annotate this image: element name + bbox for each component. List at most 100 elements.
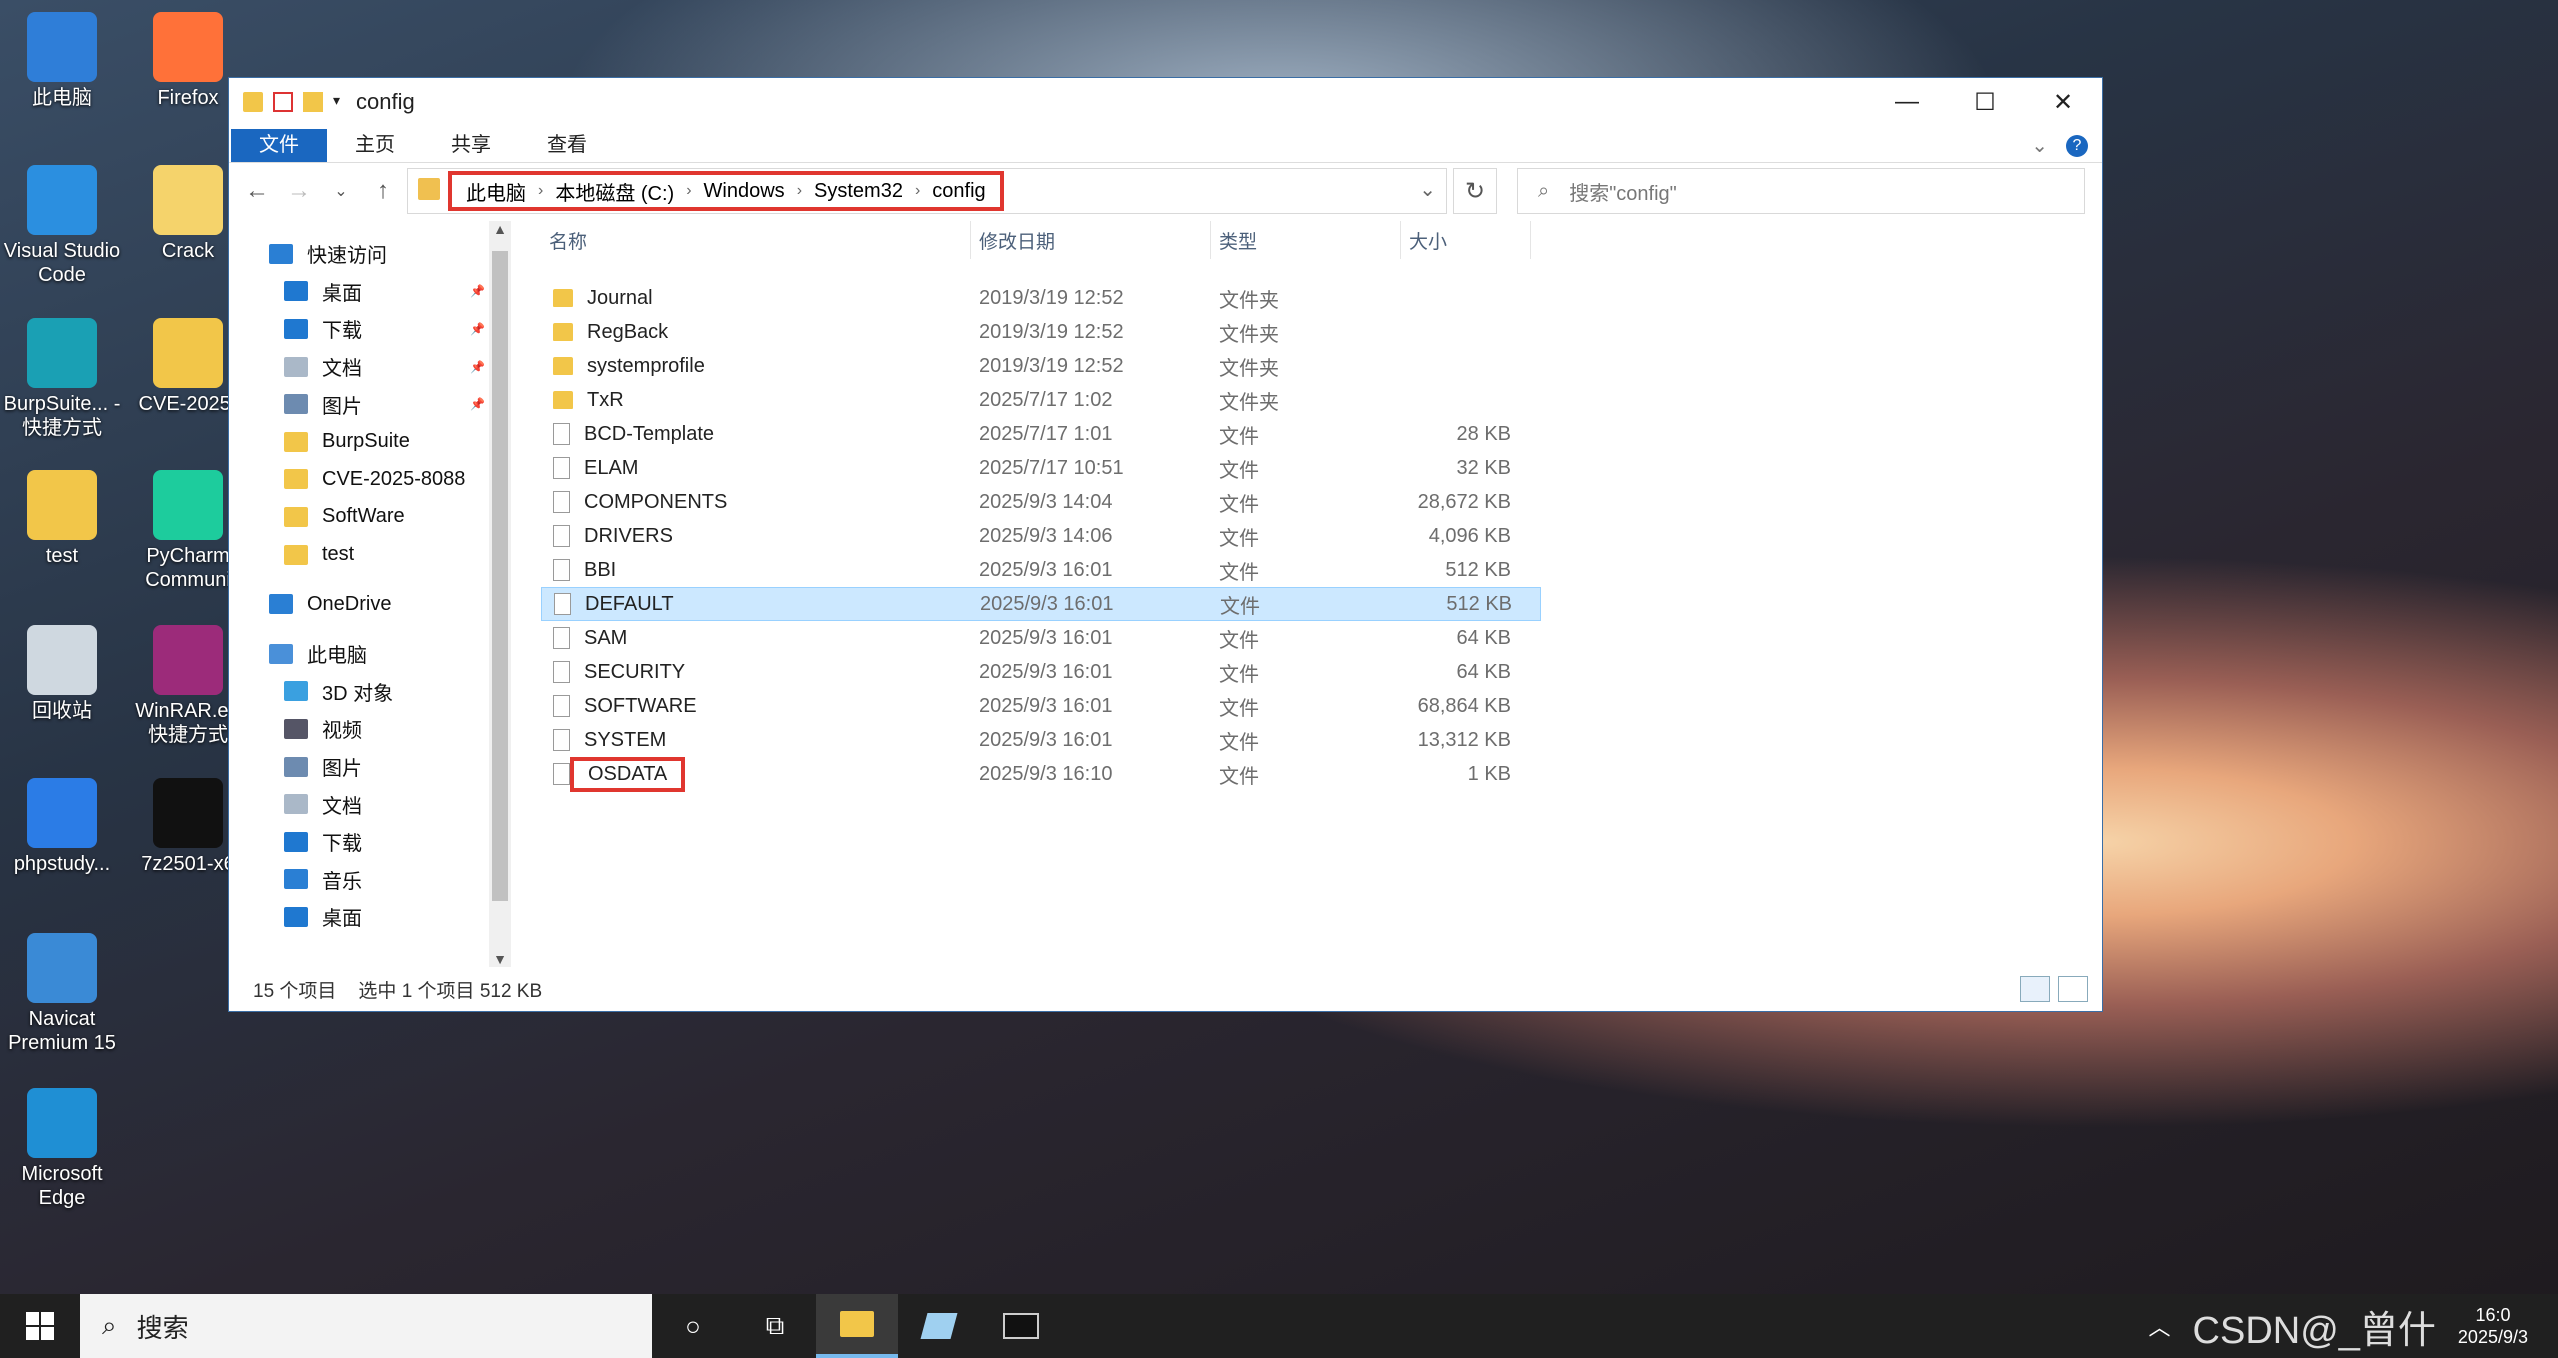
file-type: 文件: [1219, 425, 1259, 448]
desktop-icon[interactable]: Visual Studio Code: [2, 165, 122, 287]
nav-pc-item[interactable]: 3D 对象: [229, 673, 489, 711]
scroll-thumb[interactable]: [492, 251, 508, 901]
chevron-right-icon[interactable]: ›: [915, 182, 920, 200]
nav-icon: [284, 469, 308, 490]
file-row[interactable]: systemprofile 2019/3/19 12:52 文件夹: [541, 349, 1541, 383]
desktop-icon-label: test: [45, 545, 79, 567]
file-size: 32 KB: [1456, 456, 1511, 479]
file-row[interactable]: SYSTEM 2025/9/3 16:01 文件 13,312 KB: [541, 723, 1541, 757]
file-row[interactable]: BBI 2025/9/3 16:01 文件 512 KB: [541, 553, 1541, 587]
address-bar[interactable]: 此电脑 › 本地磁盘 (C:) › Windows › System32 › config ⌄: [407, 168, 1447, 214]
file-row[interactable]: SECURITY 2025/9/3 16:01 文件 64 KB: [541, 655, 1541, 689]
file-row[interactable]: RegBack 2019/3/19 12:52 文件夹: [541, 315, 1541, 349]
file-size: 4,096 KB: [1428, 524, 1511, 547]
nav-pinned-item[interactable]: 下载 📌: [229, 310, 489, 348]
breadcrumb-item[interactable]: 本地磁盘 (C:): [555, 177, 674, 206]
desktop-icon[interactable]: 回收站: [2, 625, 122, 723]
recent-locations-button[interactable]: ⌄: [323, 181, 359, 201]
close-button[interactable]: ✕: [2024, 78, 2102, 126]
nav-onedrive[interactable]: OneDrive: [229, 585, 489, 623]
nav-pinned-item[interactable]: 桌面 📌: [229, 273, 489, 311]
file-row[interactable]: Journal 2019/3/19 12:52 文件夹: [541, 281, 1541, 315]
chevron-right-icon[interactable]: ›: [797, 182, 802, 200]
file-row[interactable]: SOFTWARE 2025/9/3 16:01 文件 68,864 KB: [541, 689, 1541, 723]
properties-icon[interactable]: [273, 92, 293, 112]
large-icons-view-icon[interactable]: [2058, 976, 2088, 1002]
file-size: 1 KB: [1467, 762, 1511, 785]
tab-file[interactable]: 文件: [231, 129, 327, 162]
desktop-icon[interactable]: test: [2, 470, 122, 568]
breadcrumb-item[interactable]: Windows: [704, 180, 785, 203]
nav-pc-item[interactable]: 音乐: [229, 861, 489, 899]
nav-pc-item[interactable]: 文档: [229, 785, 489, 823]
breadcrumb-item[interactable]: System32: [814, 180, 903, 203]
taskbar-search[interactable]: ⌕ 搜索: [80, 1294, 652, 1358]
file-type: 文件: [1219, 765, 1259, 788]
nav-pc-item[interactable]: 视频: [229, 710, 489, 748]
forward-button[interactable]: →: [281, 177, 317, 205]
back-button[interactable]: ←: [239, 177, 275, 205]
file-row[interactable]: COMPONENTS 2025/9/3 14:04 文件 28,672 KB: [541, 485, 1541, 519]
file-row[interactable]: SAM 2025/9/3 16:01 文件 64 KB: [541, 621, 1541, 655]
customize-toolbar-icon[interactable]: ▾: [333, 92, 340, 112]
up-button[interactable]: ↑: [365, 177, 401, 205]
taskbar-app-terminal[interactable]: [980, 1294, 1062, 1358]
scroll-up-icon[interactable]: ▲: [489, 221, 511, 237]
nav-pc-item[interactable]: 图片: [229, 748, 489, 786]
nav-pc-item[interactable]: 下载: [229, 823, 489, 861]
file-row[interactable]: DRIVERS 2025/9/3 14:06 文件 4,096 KB: [541, 519, 1541, 553]
breadcrumb-item[interactable]: config: [932, 180, 985, 203]
nav-folder-item[interactable]: CVE-2025-8088: [229, 461, 489, 499]
help-icon[interactable]: ?: [2066, 134, 2088, 157]
search-box[interactable]: ⌕ 搜索"config": [1517, 168, 2085, 214]
nav-pinned-item[interactable]: 文档 📌: [229, 348, 489, 386]
minimize-button[interactable]: —: [1868, 78, 1946, 126]
nav-folder-item[interactable]: test: [229, 536, 489, 574]
column-header-name[interactable]: 名称: [541, 221, 971, 259]
file-row[interactable]: DEFAULT 2025/9/3 16:01 文件 512 KB: [541, 587, 1541, 621]
start-button[interactable]: [0, 1294, 80, 1358]
nav-this-pc[interactable]: 此电脑: [229, 635, 489, 673]
nav-scrollbar[interactable]: ▲ ▼: [489, 221, 511, 967]
new-folder-icon[interactable]: [303, 92, 323, 112]
nav-folder-item[interactable]: BurpSuite: [229, 423, 489, 461]
nav-pinned-item[interactable]: 图片 📌: [229, 385, 489, 423]
breadcrumb-item[interactable]: 此电脑: [466, 177, 526, 206]
file-type: 文件: [1220, 595, 1260, 618]
nav-pc-item[interactable]: 桌面: [229, 898, 489, 936]
window-title: config: [356, 89, 415, 114]
expand-ribbon-icon[interactable]: ⌄: [2031, 133, 2048, 158]
desktop-icon[interactable]: Microsoft Edge: [2, 1088, 122, 1210]
scroll-down-icon[interactable]: ▼: [489, 951, 511, 967]
desktop-icon[interactable]: Navicat Premium 15: [2, 933, 122, 1055]
taskbar-file-explorer[interactable]: [816, 1294, 898, 1358]
tab-home[interactable]: 主页: [327, 129, 423, 162]
taskbar-app-notepad[interactable]: [898, 1294, 980, 1358]
desktop-icon[interactable]: BurpSuite... - 快捷方式: [2, 318, 122, 440]
file-row[interactable]: OSDATA 2025/9/3 16:10 文件 1 KB: [541, 756, 1541, 792]
chevron-right-icon[interactable]: ›: [686, 182, 691, 200]
tab-share[interactable]: 共享: [423, 129, 519, 162]
details-view-icon[interactable]: [2020, 976, 2050, 1002]
address-dropdown-icon[interactable]: ⌄: [1419, 177, 1436, 202]
column-header-date[interactable]: 修改日期: [971, 221, 1211, 259]
file-name: systemprofile: [587, 354, 705, 377]
file-date: 2025/9/3 16:01: [980, 592, 1114, 615]
maximize-button[interactable]: ☐: [1946, 78, 2024, 126]
chevron-right-icon[interactable]: ›: [538, 182, 543, 200]
show-hidden-icons-icon[interactable]: ︿: [2149, 1310, 2171, 1342]
task-view-button[interactable]: ⧉: [734, 1294, 816, 1358]
clock[interactable]: 16:0 2025/9/3: [2458, 1304, 2528, 1348]
file-row[interactable]: TxR 2025/7/17 1:02 文件夹: [541, 383, 1541, 417]
cortana-button[interactable]: ○: [652, 1294, 734, 1358]
desktop-icon[interactable]: 此电脑: [2, 12, 122, 110]
refresh-button[interactable]: ↻: [1453, 168, 1497, 214]
nav-quick-access[interactable]: 快速访问: [229, 235, 489, 273]
nav-folder-item[interactable]: SoftWare: [229, 498, 489, 536]
column-header-type[interactable]: 类型: [1211, 221, 1401, 259]
column-header-size[interactable]: 大小: [1401, 221, 1531, 259]
tab-view[interactable]: 查看: [519, 129, 615, 162]
file-row[interactable]: BCD-Template 2025/7/17 1:01 文件 28 KB: [541, 417, 1541, 451]
desktop-icon[interactable]: phpstudy...: [2, 778, 122, 876]
file-row[interactable]: ELAM 2025/7/17 10:51 文件 32 KB: [541, 451, 1541, 485]
